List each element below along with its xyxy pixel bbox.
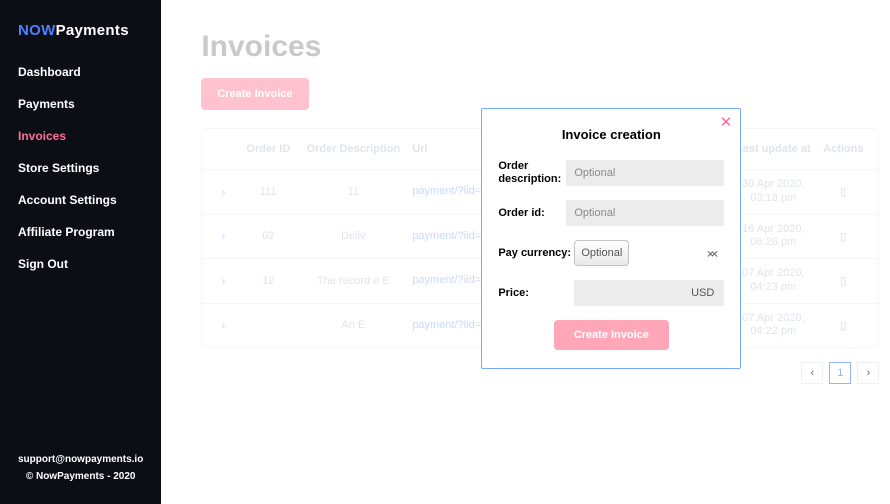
row-action[interactable]: ▯ xyxy=(818,185,868,198)
expand-icon[interactable]: › xyxy=(208,318,238,332)
nav-invoices[interactable]: Invoices xyxy=(18,129,143,143)
page-current[interactable]: 1 xyxy=(829,362,851,384)
price-unit: USD xyxy=(691,287,714,299)
label-order-id: Order id: xyxy=(498,207,566,220)
label-order-description: Order description: xyxy=(498,160,566,186)
sidebar: NOWPayments Dashboard Payments Invoices … xyxy=(0,0,161,504)
brand-part-2: Payments xyxy=(56,22,129,39)
label-pay-currency: Pay currency: xyxy=(498,247,574,260)
order-id-input[interactable] xyxy=(566,200,724,226)
page-prev[interactable]: ‹ xyxy=(801,362,823,384)
support-email[interactable]: support@nowpayments.io xyxy=(18,454,143,465)
row-action[interactable]: ▯ xyxy=(818,319,868,332)
expand-icon[interactable]: › xyxy=(208,229,238,243)
close-icon[interactable]: ✕ xyxy=(720,115,733,130)
nav-sign-out[interactable]: Sign Out xyxy=(18,257,143,271)
copyright: © NowPayments - 2020 xyxy=(18,471,143,482)
cell-order-id: 12 xyxy=(238,275,298,287)
nav-affiliate[interactable]: Affiliate Program xyxy=(18,225,143,239)
label-price: Price: xyxy=(498,287,574,300)
col-actions: Actions xyxy=(818,143,868,155)
modal-create-invoice-button[interactable]: Create Invoice xyxy=(554,320,669,350)
main: Invoices Create Invoice Order ID Order D… xyxy=(161,0,890,504)
expand-icon[interactable]: › xyxy=(208,185,238,199)
nav-payments[interactable]: Payments xyxy=(18,97,143,111)
invoice-creation-modal: ✕ Invoice creation Order description: Or… xyxy=(481,108,741,369)
cell-updated: 07 Apr 2020,04:22 pm xyxy=(728,312,818,340)
price-input[interactable]: USD xyxy=(574,280,724,306)
cell-updated: 16 Apr 2020,06:26 pm xyxy=(728,223,818,251)
page-next[interactable]: › xyxy=(857,362,879,384)
nav-store-settings[interactable]: Store Settings xyxy=(18,161,143,175)
create-invoice-button[interactable]: Create Invoice xyxy=(201,78,308,110)
row-action[interactable]: ▯ xyxy=(818,230,868,243)
expand-icon[interactable]: › xyxy=(208,274,238,288)
page-title: Invoices xyxy=(201,30,879,64)
cell-updated: 30 Apr 2020,03:18 pm xyxy=(728,178,818,206)
pay-currency-select[interactable]: Optional xyxy=(574,240,629,266)
cell-updated: 07 Apr 2020,04:23 pm xyxy=(728,267,818,295)
brand-part-1: NOW xyxy=(18,22,56,39)
col-order-desc: Order Description xyxy=(298,143,408,155)
cell-order-id: 111 xyxy=(238,186,298,198)
cell-order-desc: The record e E xyxy=(298,275,408,287)
nav: Dashboard Payments Invoices Store Settin… xyxy=(18,65,143,271)
cell-order-desc: An E xyxy=(298,319,408,331)
row-action[interactable]: ▯ xyxy=(818,274,868,287)
nav-account-settings[interactable]: Account Settings xyxy=(18,193,143,207)
modal-title: Invoice creation xyxy=(498,127,724,142)
cell-order-desc: Deliv xyxy=(298,230,408,242)
brand-logo: NOWPayments xyxy=(18,22,143,39)
sidebar-footer: support@nowpayments.io © NowPayments - 2… xyxy=(18,454,143,482)
nav-dashboard[interactable]: Dashboard xyxy=(18,65,143,79)
col-updated: Last update at xyxy=(728,143,818,155)
cell-order-desc: 11 xyxy=(298,186,408,198)
col-order-id: Order ID xyxy=(238,143,298,155)
cell-order-id: 02 xyxy=(238,230,298,242)
order-description-input[interactable] xyxy=(566,160,724,186)
